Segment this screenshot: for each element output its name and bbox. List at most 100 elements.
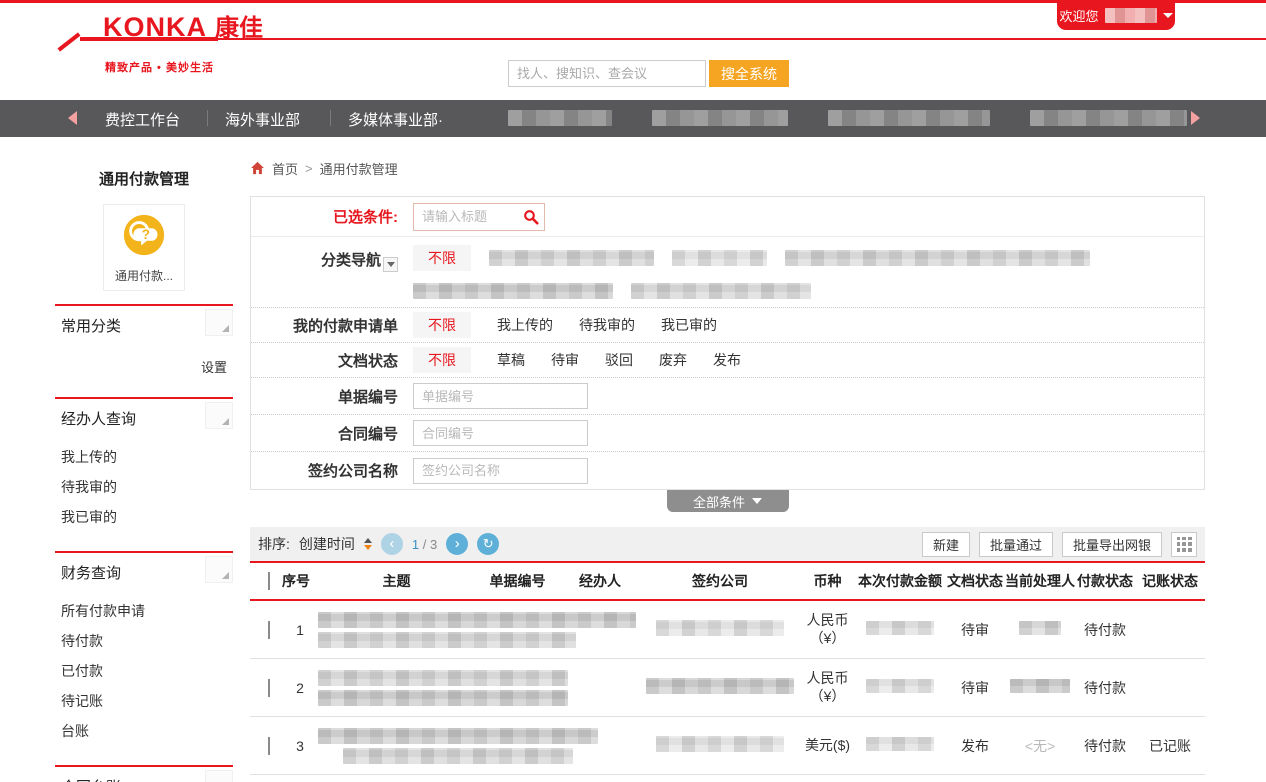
redacted-username xyxy=(1105,8,1157,23)
global-search: 搜全系统 xyxy=(508,60,789,87)
contract-no-label: 合同编号 xyxy=(251,423,406,444)
breadcrumb-separator: > xyxy=(305,161,313,176)
table-row[interactable]: 1 人民币 （¥） 待审 待付款 xyxy=(250,601,1205,659)
nav-item-overseas-division[interactable]: 海外事业部 xyxy=(225,109,300,130)
my-requests-option-unlimited[interactable]: 不限 xyxy=(413,312,471,338)
col-pay-status: 付款状态 xyxy=(1075,571,1135,591)
sidebar-item-pending-payment[interactable]: 待付款 xyxy=(55,626,233,656)
prev-page-icon[interactable]: ‹ xyxy=(381,533,403,555)
sidebar-item-ledger[interactable]: 台账 xyxy=(55,716,233,746)
search-input[interactable] xyxy=(508,60,706,87)
redacted-amount xyxy=(866,737,934,751)
section-header-finance-query[interactable]: 财务查询 xyxy=(55,553,233,592)
redacted-nav-item xyxy=(828,110,990,126)
redacted-category xyxy=(672,250,767,266)
redacted-nav-item xyxy=(1030,110,1187,126)
col-handler: 当前处理人 xyxy=(1005,571,1075,591)
table-row[interactable]: 3 美元($) 发布 <无> 待付款 已记账 xyxy=(250,717,1205,775)
welcome-badge[interactable]: 欢迎您 xyxy=(1057,0,1175,30)
my-requests-option-uploaded[interactable]: 我上传的 xyxy=(497,315,553,335)
sidebar-section-agent-query: 经办人查询 我上传的 待我审的 我已审的 xyxy=(55,397,233,540)
doc-no-input[interactable] xyxy=(413,383,588,409)
section-header-common-categories[interactable]: 常用分类 xyxy=(55,306,233,345)
sidebar-item-paid[interactable]: 已付款 xyxy=(55,656,233,686)
row-currency-symbol: （¥） xyxy=(800,630,855,648)
col-doc-no: 单据编号 xyxy=(475,571,560,591)
my-requests-option-reviewed[interactable]: 我已审的 xyxy=(661,315,717,335)
refresh-icon[interactable]: ↻ xyxy=(477,533,499,555)
sidebar-item-pending-booking[interactable]: 待记账 xyxy=(55,686,233,716)
corner-resize-icon xyxy=(222,572,229,579)
row-handler: <无> xyxy=(1005,736,1075,756)
row-seq: 1 xyxy=(282,622,318,638)
redacted-amount xyxy=(866,621,934,635)
search-icon[interactable] xyxy=(523,209,539,225)
section-collapse-box[interactable] xyxy=(205,402,233,429)
batch-export-button[interactable]: 批量导出网银 xyxy=(1062,532,1162,557)
next-page-icon[interactable]: › xyxy=(446,533,468,555)
redacted-handler xyxy=(1010,679,1070,693)
doc-status-option-unlimited[interactable]: 不限 xyxy=(413,347,471,373)
redacted-topic xyxy=(343,748,573,764)
category-option-unlimited[interactable]: 不限 xyxy=(413,245,471,271)
section-collapse-box[interactable] xyxy=(205,556,233,583)
payment-app-card[interactable]: ? 通用付款... xyxy=(103,204,185,291)
doc-status-option-pending[interactable]: 待审 xyxy=(551,350,579,370)
main-content: 首页 > 通用付款管理 已选条件: xyxy=(250,155,1205,775)
section-collapse-box[interactable] xyxy=(205,770,233,782)
doc-status-option-draft[interactable]: 草稿 xyxy=(497,350,525,370)
row-currency: 人民币 xyxy=(800,670,855,688)
filter-panel: 已选条件: 分类导航 不限 xyxy=(250,196,1205,490)
redacted-nav-item xyxy=(652,110,788,126)
section-collapse-box[interactable] xyxy=(205,309,233,336)
filter-row-selected-conditions: 已选条件: xyxy=(251,197,1204,237)
select-all-checkbox[interactable] xyxy=(268,572,270,590)
all-conditions-button[interactable]: 全部条件 xyxy=(667,490,789,512)
row-pay-status: 待付款 xyxy=(1075,620,1135,640)
redacted-category xyxy=(413,283,613,299)
row-checkbox[interactable] xyxy=(268,679,270,697)
sort-direction-icon[interactable] xyxy=(364,538,372,550)
new-button[interactable]: 新建 xyxy=(922,532,970,557)
row-checkbox[interactable] xyxy=(268,621,270,639)
corner-resize-icon xyxy=(222,418,229,425)
filter-row-category-nav: 分类导航 不限 xyxy=(251,237,1204,308)
doc-status-option-abandoned[interactable]: 废弃 xyxy=(659,350,687,370)
settings-link[interactable]: 设置 xyxy=(55,345,233,386)
breadcrumb-home[interactable]: 首页 xyxy=(272,159,298,178)
page-total: 3 xyxy=(430,537,437,552)
section-header-contract-ledger[interactable]: 合同台账 xyxy=(55,767,233,782)
row-book-status: 已记账 xyxy=(1135,736,1205,756)
contract-no-input[interactable] xyxy=(413,420,588,446)
my-requests-option-pending[interactable]: 待我审的 xyxy=(579,315,635,335)
filter-row-doc-no: 单据编号 xyxy=(251,378,1204,415)
nav-item-expense-workbench[interactable]: 费控工作台 xyxy=(105,109,180,130)
doc-status-option-rejected[interactable]: 驳回 xyxy=(605,350,633,370)
sidebar-item-reviewed-by-me[interactable]: 我已审的 xyxy=(55,502,233,532)
logo-text-cn: 康佳 xyxy=(215,8,263,43)
row-checkbox[interactable] xyxy=(268,737,270,755)
nav-scroll-left-icon[interactable] xyxy=(68,111,77,125)
chevron-down-icon xyxy=(752,498,762,504)
table-row[interactable]: 2 人民币 （¥） 待审 待付款 xyxy=(250,659,1205,717)
nav-scroll-right-icon[interactable] xyxy=(1191,111,1200,125)
row-seq: 3 xyxy=(282,738,318,754)
breadcrumb-current: 通用付款管理 xyxy=(320,159,398,178)
section-title: 经办人查询 xyxy=(61,411,136,428)
redacted-topic xyxy=(318,670,568,686)
col-seq: 序号 xyxy=(282,571,318,591)
section-header-agent-query[interactable]: 经办人查询 xyxy=(55,399,233,438)
redacted-company xyxy=(646,678,794,694)
doc-status-option-published[interactable]: 发布 xyxy=(713,350,741,370)
sort-field[interactable]: 创建时间 xyxy=(299,534,355,554)
nav-item-multimedia-division[interactable]: 多媒体事业部· xyxy=(348,109,443,130)
search-system-button[interactable]: 搜全系统 xyxy=(709,60,789,87)
company-input[interactable] xyxy=(413,458,588,484)
batch-approve-button[interactable]: 批量通过 xyxy=(979,532,1053,557)
category-collapse-toggle[interactable] xyxy=(383,257,398,272)
grid-view-icon[interactable] xyxy=(1171,532,1197,557)
sidebar-item-my-uploads[interactable]: 我上传的 xyxy=(55,442,233,472)
list-toolbar: 排序: 创建时间 ‹ 1 / 3 › ↻ 新建 批量通过 批量导出网银 xyxy=(250,527,1205,563)
sidebar-item-all-payment-requests[interactable]: 所有付款申请 xyxy=(55,596,233,626)
sidebar-item-pending-my-review[interactable]: 待我审的 xyxy=(55,472,233,502)
